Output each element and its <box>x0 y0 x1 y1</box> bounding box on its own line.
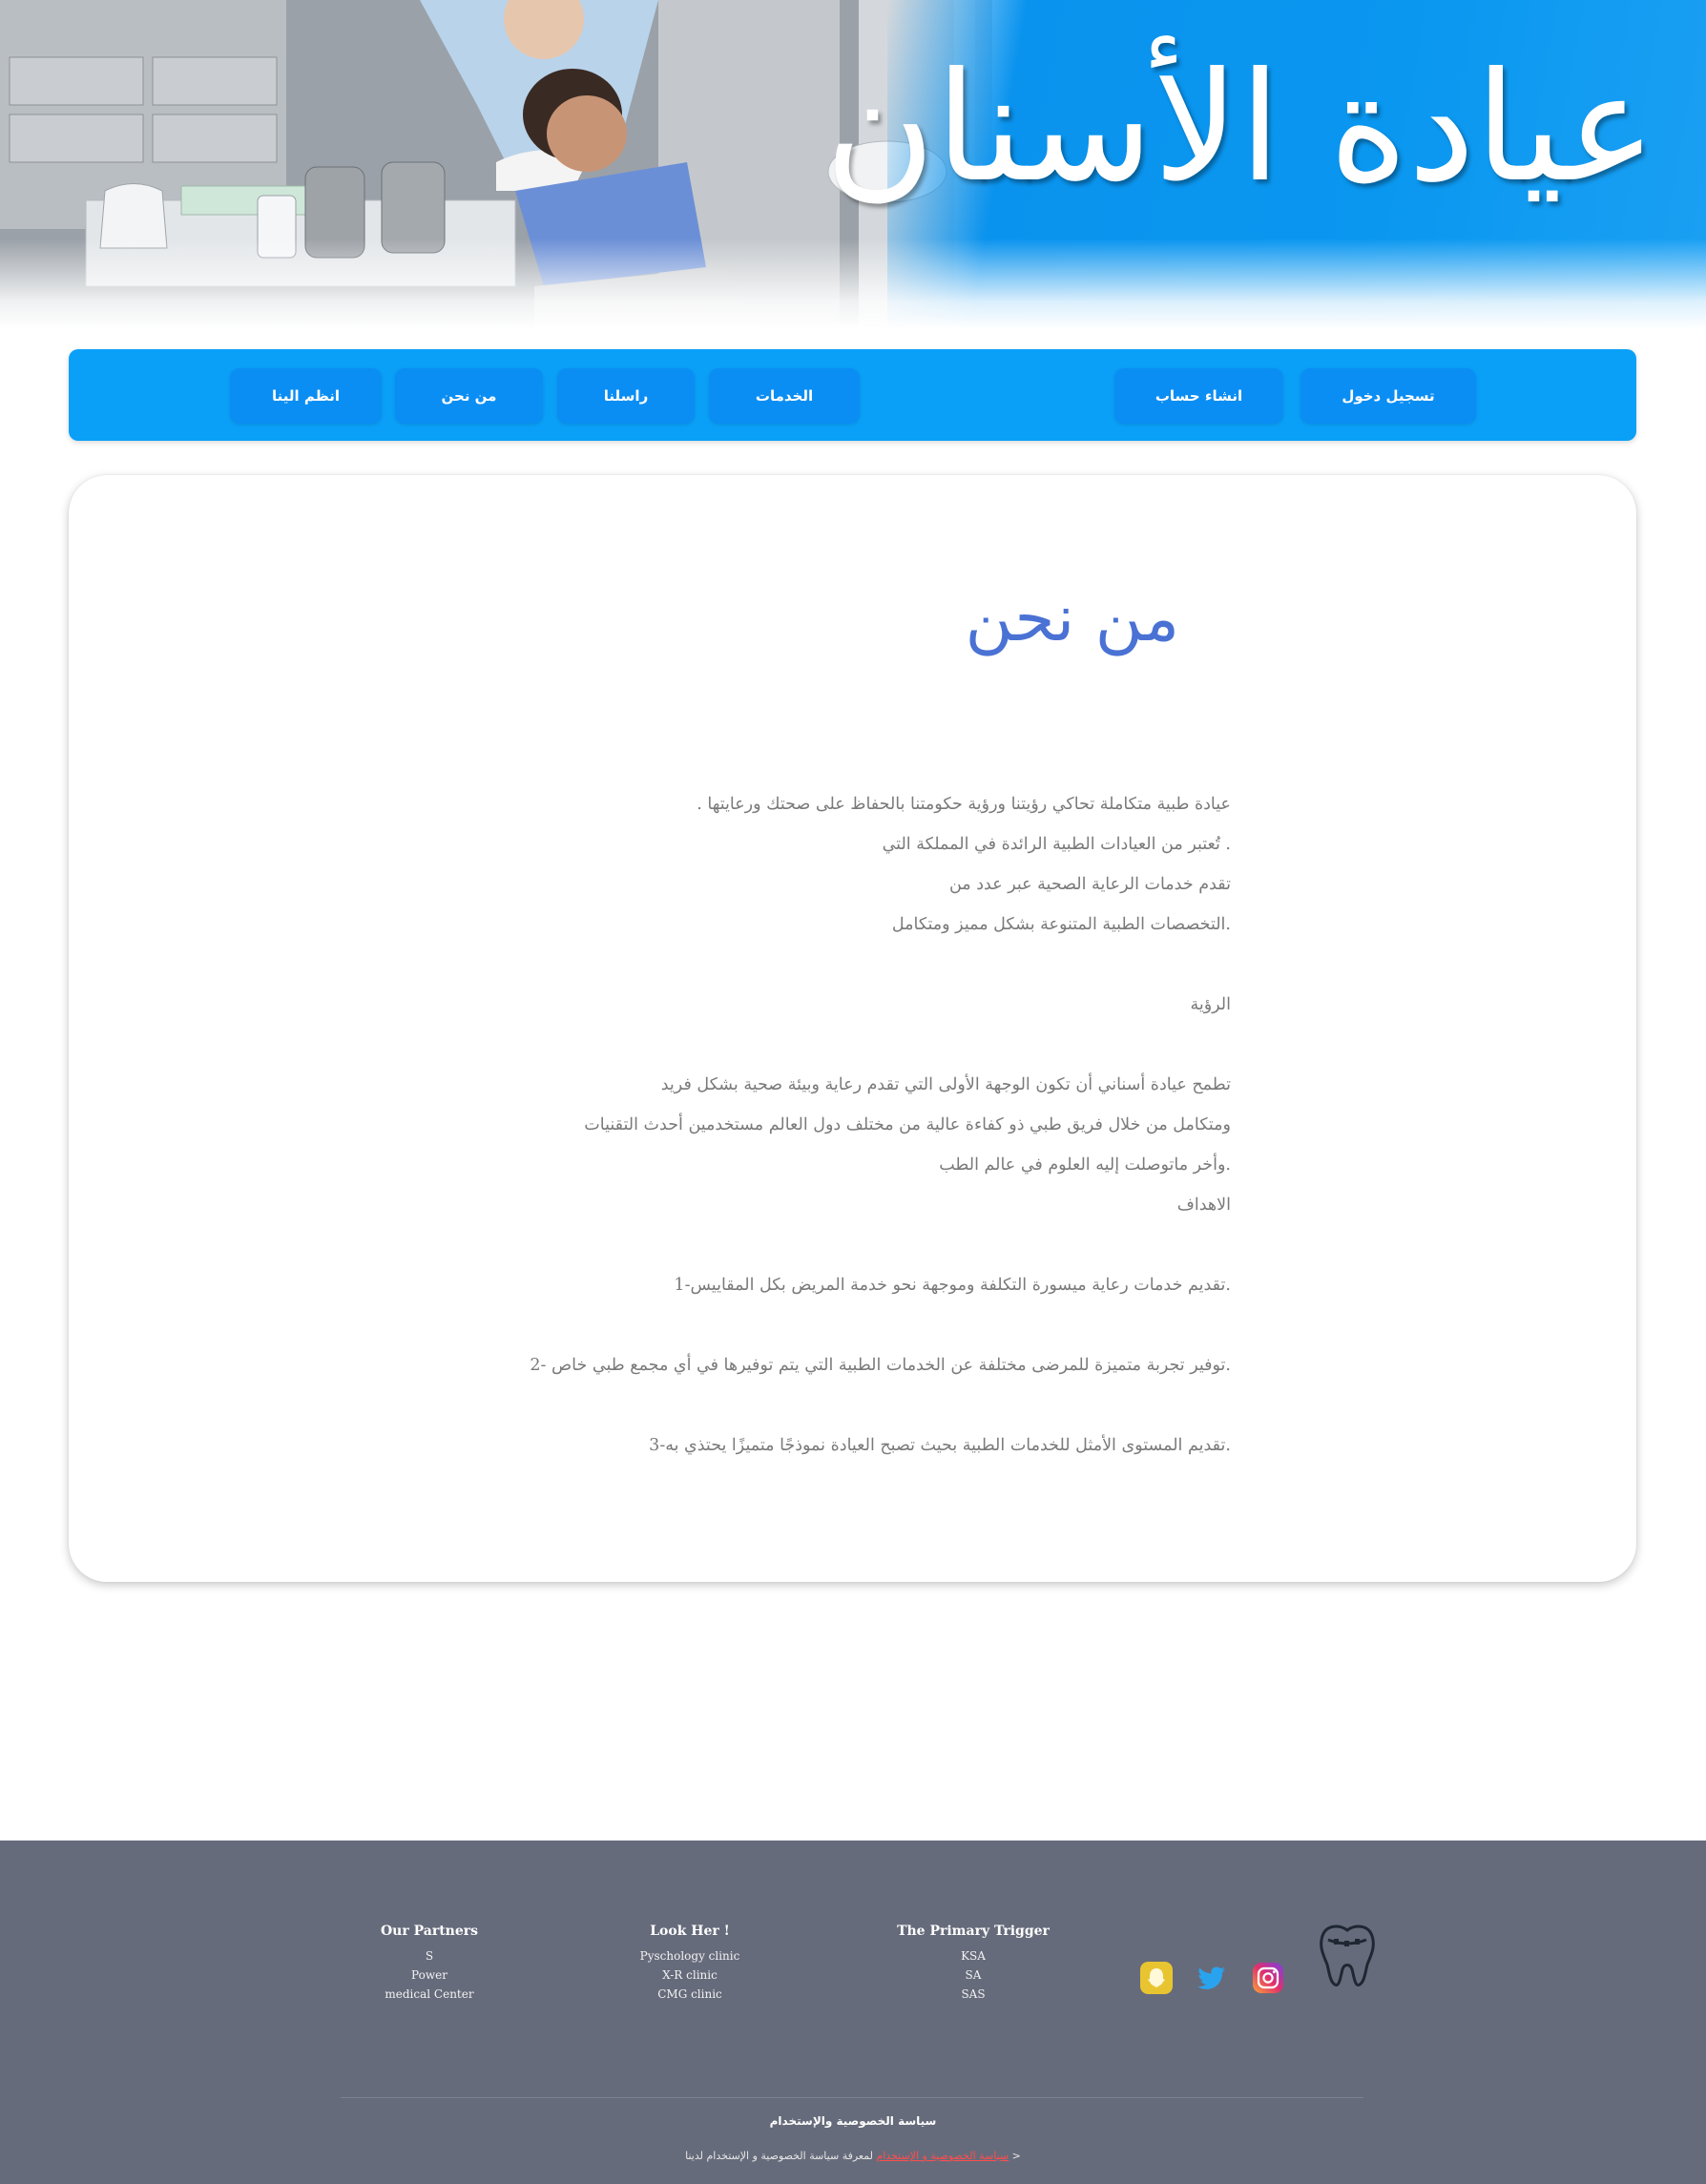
site-title: عيادة الأسنان <box>824 40 1656 216</box>
about-line-1: . عيادة طبية متكاملة تحاكي رؤيتنا ورؤية … <box>697 795 1231 814</box>
main-navbar: تسجيل دخول انشاء حساب الخدمات راسلنا من … <box>69 349 1636 441</box>
goal-2: توفير تجربة متميزة للمرضى مختلفة عن الخد… <box>530 1356 1231 1375</box>
partners-item[interactable]: Power <box>324 1966 534 1985</box>
partners-item[interactable]: S <box>324 1946 534 1966</box>
about-card: من نحن . عيادة طبية متكاملة تحاكي رؤيتنا… <box>69 475 1636 1582</box>
goal-1: تقديم خدمات رعاية ميسورة التكلفة وموجهة … <box>674 1276 1231 1295</box>
footer-trigger: The Primary Trigger KSA SA SAS <box>868 1924 1078 2004</box>
about-line-3: تقدم خدمات الرعاية الصحية عبر عدد من <box>948 875 1231 894</box>
look-item[interactable]: Pyschology clinic <box>585 1946 795 1966</box>
vision-line-3: وأخر ماتوصلت إليه العلوم في عالم الطب. <box>939 1155 1231 1175</box>
policy-title: سياسة الخصوصية والإستخدام <box>769 2114 937 2128</box>
trigger-item[interactable]: KSA <box>868 1946 1078 1966</box>
tooth-logo-icon <box>1320 1924 1375 1986</box>
instagram-icon[interactable] <box>1252 1962 1284 1994</box>
about-line-2: تُعتبر من العيادات الطبية الرائدة في الم… <box>882 835 1231 854</box>
goal-3: تقديم المستوى الأمثل للخدمات الطبية بحيث… <box>649 1436 1231 1455</box>
vision-heading: الرؤية <box>1190 995 1231 1014</box>
policy-link[interactable]: سياسة الخصوصية و الإستخدام <box>876 2150 1009 2162</box>
partners-title: Our Partners <box>380 1924 479 1939</box>
nav-about[interactable]: من نحن <box>395 368 543 424</box>
header-banner: عيادة الأسنان <box>0 0 1706 329</box>
about-line-4: التخصصات الطبية المتنوعة بشكل مميز ومتكا… <box>891 915 1231 934</box>
vision-line-2: ومتكامل من خلال فريق طبي ذو كفاءة عالية … <box>584 1115 1231 1134</box>
goals-heading: الاهداف <box>1176 1196 1231 1215</box>
page-title: من نحن <box>965 581 1179 656</box>
footer-look: Look Her ! Pyschology clinic X-R clinic … <box>585 1924 795 2004</box>
look-item[interactable]: X-R clinic <box>585 1966 795 1985</box>
partners-item[interactable]: medical Center <box>324 1985 534 2004</box>
twitter-icon[interactable] <box>1196 1962 1229 1994</box>
nav-services[interactable]: الخدمات <box>709 368 860 424</box>
look-item[interactable]: CMG clinic <box>585 1985 795 2004</box>
login-button[interactable]: تسجيل دخول <box>1300 368 1476 424</box>
footer <box>0 1841 1706 2184</box>
footer-divider <box>341 2097 1363 2098</box>
nav-join[interactable]: انظم الينا <box>230 368 382 424</box>
footer-partners: Our Partners S Power medical Center <box>324 1924 534 2004</box>
banner-fade <box>0 239 1706 329</box>
look-title: Look Her ! <box>650 1924 730 1939</box>
trigger-item[interactable]: SA <box>868 1966 1078 1985</box>
signup-button[interactable]: انشاء حساب <box>1114 368 1283 424</box>
trigger-title: The Primary Trigger <box>897 1924 1050 1939</box>
policy-line: سياسة الخصوصية و الإستخدام لمعرفة سياسة … <box>0 2150 1706 2162</box>
snapchat-icon[interactable] <box>1140 1962 1173 1994</box>
nav-contact[interactable]: راسلنا <box>557 368 695 424</box>
trigger-item[interactable]: SAS <box>868 1985 1078 2004</box>
vision-line-1: تطمح عيادة أسناني أن تكون الوجهة الأولى … <box>660 1075 1231 1094</box>
